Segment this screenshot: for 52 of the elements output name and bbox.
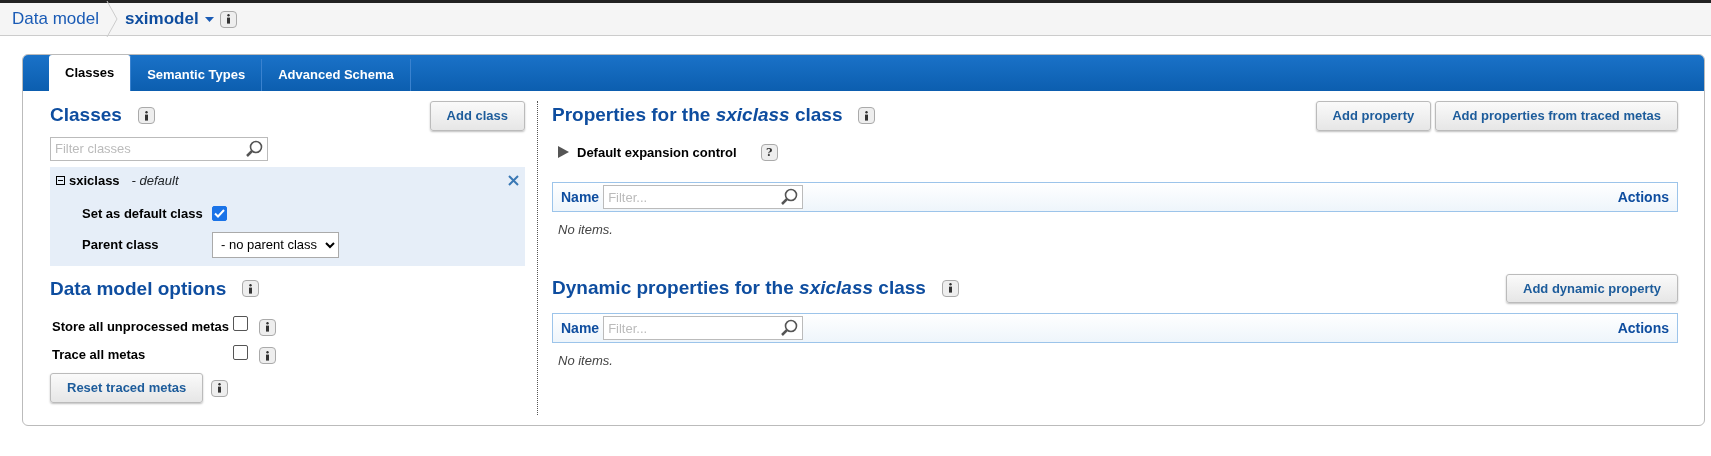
column-header: Name: [561, 187, 600, 207]
breadcrumb-link[interactable]: sximodel: [124, 6, 199, 32]
empty-message: No items.: [557, 221, 614, 239]
class-note: - default: [131, 171, 179, 190]
tab[interactable]: Semantic Types: [131, 59, 263, 91]
info-icon[interactable]: [137, 107, 155, 125]
section-heading: Dynamic properties for the sxiclass class: [552, 276, 926, 300]
column-header: Name: [561, 318, 600, 338]
empty-message: No items.: [557, 352, 614, 370]
tab[interactable]: Classes: [49, 55, 132, 91]
class-item[interactable]: sxiclass - default Set as default class Parent class - no parent class: [50, 166, 525, 266]
help-button[interactable]: ?: [760, 143, 778, 161]
filter-field[interactable]: Filter classes: [50, 136, 268, 161]
caret-icon[interactable]: [204, 16, 214, 22]
close-icon[interactable]: [508, 174, 519, 186]
breadcrumb-separator: [104, 1, 119, 37]
add-class-button[interactable]: Add class: [429, 101, 525, 131]
field-label: Set as default class: [82, 205, 204, 223]
search-icon[interactable]: [780, 188, 799, 206]
info-icon[interactable]: [858, 107, 876, 125]
filter-field[interactable]: Filter...: [603, 316, 804, 340]
info-icon[interactable]: [242, 280, 260, 298]
info-icon[interactable]: [941, 279, 959, 297]
section-heading: Data model options: [50, 277, 227, 301]
parent-class-select[interactable]: - no parent class: [212, 231, 339, 258]
info-icon[interactable]: [211, 379, 229, 397]
expand-icon[interactable]: [558, 146, 569, 159]
info-icon[interactable]: [259, 347, 276, 365]
option-label: Store all unprocessed metas: [52, 317, 229, 336]
add-button[interactable]: Add property: [1315, 101, 1432, 131]
add-button[interactable]: Add properties from traced metas: [1435, 101, 1678, 131]
expansion-label: Default expansion control: [577, 143, 737, 162]
column-header: Actions: [1617, 187, 1669, 207]
info-icon[interactable]: [219, 10, 237, 28]
search-icon[interactable]: [780, 319, 799, 337]
option-label: Trace all metas: [52, 346, 147, 365]
class-name: sxiclass: [69, 171, 120, 190]
search-icon[interactable]: [245, 139, 263, 158]
column-header: Actions: [1617, 318, 1669, 338]
section-heading: Properties for the sxiclass class: [552, 104, 843, 128]
checkbox[interactable]: [233, 316, 248, 332]
reset-button[interactable]: Reset traced metas: [50, 373, 204, 403]
checkbox[interactable]: [233, 344, 248, 360]
checkbox[interactable]: [212, 206, 227, 221]
section-heading: Classes: [50, 104, 122, 128]
add-button[interactable]: Add dynamic property: [1506, 273, 1678, 303]
field-label: Parent class: [82, 235, 160, 254]
collapse-icon[interactable]: [56, 175, 65, 185]
info-icon[interactable]: [259, 318, 276, 336]
breadcrumb-link[interactable]: Data model: [12, 6, 99, 32]
tab[interactable]: Advanced Schema: [262, 59, 411, 91]
filter-field[interactable]: Filter...: [603, 185, 804, 209]
